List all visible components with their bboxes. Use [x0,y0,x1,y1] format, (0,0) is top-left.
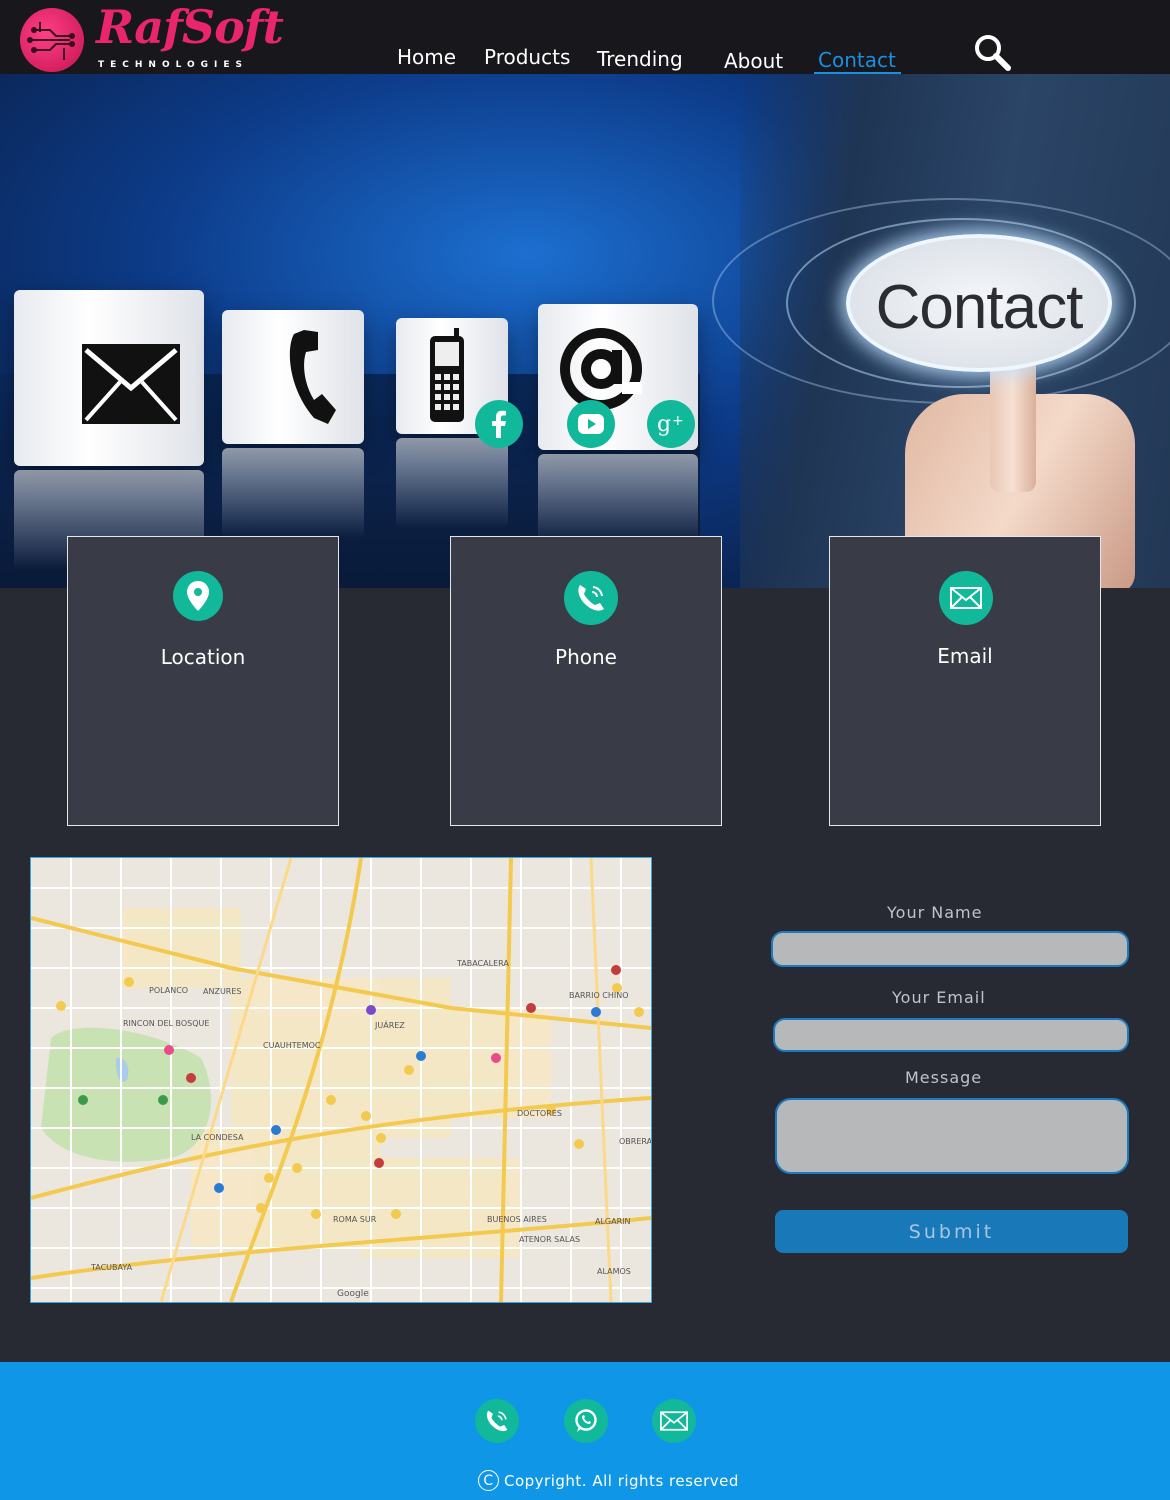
svg-text:+: + [672,413,684,429]
at-cube-reflection [538,454,698,544]
email-card-title: Email [937,644,993,668]
nav-products[interactable]: Products [484,45,570,69]
logo-emblem-icon [20,8,84,72]
svg-text:ALAMOS: ALAMOS [597,1267,631,1276]
name-label: Your Name [887,903,983,922]
copyright-notice: C Copyright. All rights reserved [478,1470,739,1491]
facebook-icon[interactable] [475,400,523,448]
phone-icon [564,571,618,625]
message-textarea[interactable] [775,1098,1129,1174]
location-card: Location [67,536,339,826]
svg-text:ATENOR SALAS: ATENOR SALAS [519,1235,580,1244]
envelope-icon [82,344,180,424]
svg-text:TACUBAYA: TACUBAYA [90,1263,133,1272]
svg-text:TABACALERA: TABACALERA [456,959,509,968]
contact-sign-text: Contact [875,273,1084,342]
location-pin-icon [173,571,223,621]
mobile-phone-icon [430,328,464,422]
phone-card: Phone [450,536,722,826]
youtube-icon[interactable] [567,400,615,448]
svg-text:JUÁREZ: JUÁREZ [374,1019,405,1030]
nav-home[interactable]: Home [397,45,456,69]
message-label: Message [905,1068,983,1087]
brand-name: RafSoft [96,0,284,54]
search-icon[interactable] [972,32,1012,72]
copyright-text: Copyright. All rights reserved [504,1471,739,1490]
svg-text:g: g [657,412,671,437]
svg-text:ANZURES: ANZURES [203,987,241,996]
nav-contact[interactable]: Contact [814,48,901,75]
footer-whatsapp-icon[interactable] [564,1399,608,1443]
phone-cube-reflection [222,448,364,538]
svg-text:LA CONDESA: LA CONDESA [191,1133,244,1142]
svg-text:Google: Google [337,1289,369,1299]
svg-text:OBRERA: OBRERA [619,1137,651,1146]
envelope-cube [14,290,204,466]
location-map[interactable]: POLANCO RINCON DEL BOSQUE ANZURES CUAUHT… [30,857,652,1303]
email-icon [939,571,993,625]
footer-phone-icon[interactable] [475,1399,519,1443]
nav-trending[interactable]: Trending [597,47,683,71]
phone-card-title: Phone [555,645,617,669]
google-plus-icon[interactable]: g + [647,400,695,448]
email-label: Your Email [892,988,986,1007]
contact-sign: Contact [846,234,1112,372]
svg-text:ALGARIN: ALGARIN [595,1217,631,1226]
footer-email-icon[interactable] [652,1399,696,1443]
nav-about[interactable]: About [724,49,783,73]
svg-text:POLANCO: POLANCO [149,986,188,995]
handset-icon [289,330,336,424]
email-input[interactable] [773,1018,1129,1052]
brand-tagline: TECHNOLOGIES [98,60,249,70]
map-graphic: POLANCO RINCON DEL BOSQUE ANZURES CUAUHT… [31,858,651,1302]
mobile-cube-reflection [396,438,508,528]
svg-text:BUENOS AIRES: BUENOS AIRES [487,1215,547,1224]
name-input[interactable] [771,931,1129,967]
submit-button[interactable]: Submit [775,1210,1128,1253]
at-sign-icon [560,328,642,410]
svg-text:CUAUHTEMOC: CUAUHTEMOC [263,1041,321,1050]
svg-text:RINCON DEL BOSQUE: RINCON DEL BOSQUE [123,1019,209,1028]
copyright-icon: C [478,1470,499,1491]
site-header: RafSoft TECHNOLOGIES Home Products Trend… [0,0,1170,75]
phone-cube [222,310,364,444]
site-footer: C Copyright. All rights reserved [0,1362,1170,1500]
hero-banner: Contact g + [0,74,1170,588]
email-card: Email [829,536,1101,826]
svg-text:DOCTORES: DOCTORES [517,1109,562,1118]
brand-logo[interactable]: RafSoft TECHNOLOGIES [20,0,284,72]
svg-text:BARRIO CHINO: BARRIO CHINO [569,991,629,1000]
svg-text:ROMA SUR: ROMA SUR [333,1215,377,1224]
location-card-title: Location [160,645,246,669]
